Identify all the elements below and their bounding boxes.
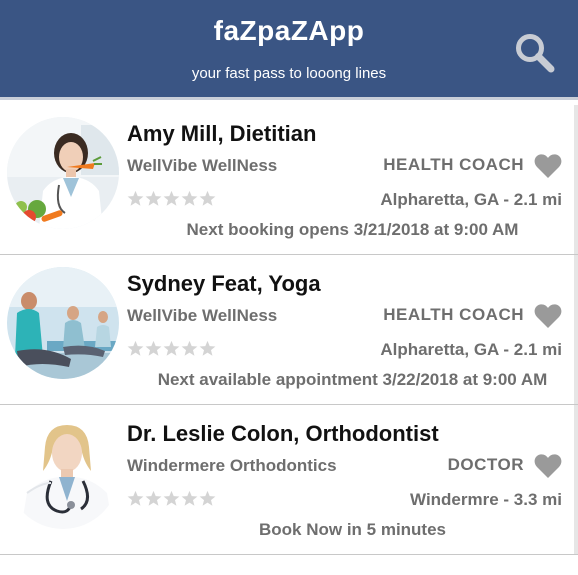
provider-organization: WellVibe WellNess <box>127 306 278 325</box>
availability-text: Next available appointment 3/22/2018 at … <box>157 370 548 389</box>
star-icon <box>181 340 198 356</box>
app-header: faZpaZApp your fast pass to looong lines <box>0 0 578 100</box>
favorite-button[interactable] <box>534 303 562 329</box>
star-icon <box>199 190 216 206</box>
provider-list: Amy Mill, Dietitian WellVibe WellNess HE… <box>0 103 578 555</box>
provider-photo <box>7 117 119 229</box>
provider-name[interactable]: Amy Mill, Dietitian <box>127 121 316 147</box>
provider-photo <box>7 267 119 379</box>
provider-location: Windermre - 3.3 mi <box>410 490 562 509</box>
rating-stars <box>127 490 216 507</box>
provider-location: Alpharetta, GA - 2.1 mi <box>380 190 562 209</box>
provider-name[interactable]: Sydney Feat, Yoga <box>127 271 321 297</box>
availability-text: Book Now in 5 minutes <box>258 520 447 539</box>
provider-organization: WellVibe WellNess <box>127 156 278 175</box>
provider-card[interactable]: Amy Mill, Dietitian WellVibe WellNess HE… <box>0 105 578 255</box>
provider-name[interactable]: Dr. Leslie Colon, Orthodontist <box>127 421 439 447</box>
star-icon <box>199 340 216 356</box>
favorite-button[interactable] <box>534 153 562 179</box>
star-icon <box>163 340 180 356</box>
star-icon <box>199 490 216 506</box>
app-tagline: your fast pass to looong lines <box>191 65 387 82</box>
heart-icon <box>534 154 562 178</box>
provider-category: HEALTH COACH <box>383 155 524 174</box>
heart-icon <box>534 304 562 328</box>
provider-location: Alpharetta, GA - 2.1 mi <box>380 340 562 359</box>
heart-icon <box>534 454 562 478</box>
star-icon <box>127 190 144 206</box>
provider-organization: Windermere Orthodontics <box>127 456 337 475</box>
rating-stars <box>127 340 216 357</box>
star-icon <box>163 190 180 206</box>
favorite-button[interactable] <box>534 453 562 479</box>
provider-photo <box>7 417 119 529</box>
rating-stars <box>127 190 216 207</box>
provider-category: DOCTOR <box>447 455 524 474</box>
star-icon <box>163 490 180 506</box>
star-icon <box>145 190 162 206</box>
star-icon <box>181 190 198 206</box>
availability-text: Next booking opens 3/21/2018 at 9:00 AM <box>186 220 519 239</box>
provider-card[interactable]: Sydney Feat, Yoga WellVibe WellNess HEAL… <box>0 255 578 405</box>
star-icon <box>145 340 162 356</box>
provider-card[interactable]: Dr. Leslie Colon, Orthodontist Windermer… <box>0 405 578 555</box>
provider-category: HEALTH COACH <box>383 305 524 324</box>
search-button[interactable] <box>512 30 558 76</box>
search-icon <box>516 34 555 73</box>
star-icon <box>127 340 144 356</box>
app-title: faZpaZApp <box>213 15 365 46</box>
star-icon <box>127 490 144 506</box>
star-icon <box>145 490 162 506</box>
star-icon <box>181 490 198 506</box>
